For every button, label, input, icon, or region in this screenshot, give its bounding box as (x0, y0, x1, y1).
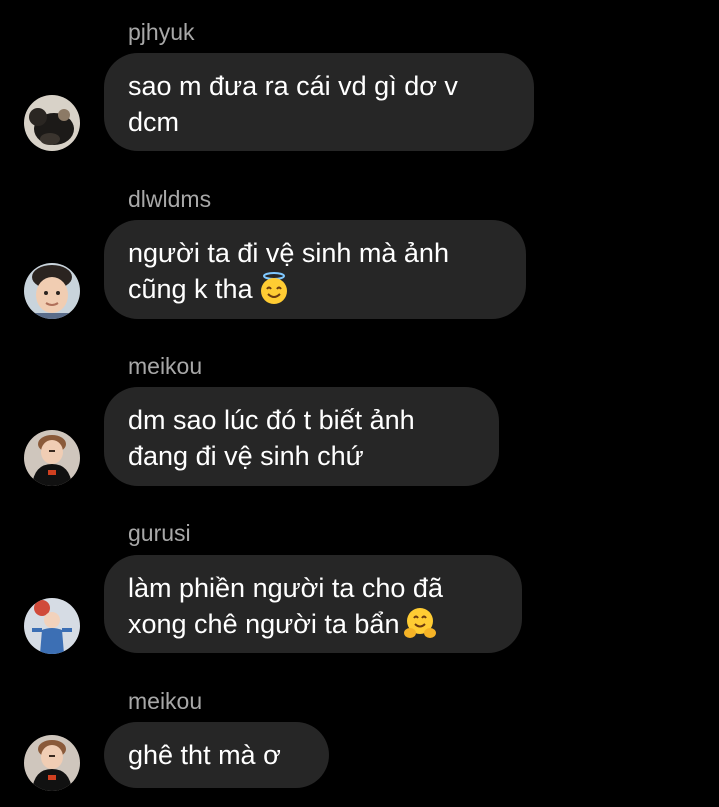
avatar-photo-boy-black-shirt-icon (24, 430, 80, 486)
message-text: người ta đi vệ sinh mà ảnh (128, 238, 449, 268)
message-text: xong chê người ta bẩn (128, 609, 400, 639)
message-text: cũng k tha (128, 274, 253, 304)
avatar-photo-boy-black-shirt-icon (24, 735, 80, 791)
message-bubble[interactable]: người ta đi vệ sinh mà ảnh cũng k tha (104, 220, 526, 319)
message-bubble[interactable]: sao m đưa ra cái vd gì dơ v dcm (104, 53, 534, 151)
message-bubble[interactable]: ghê tht mà ơ (104, 722, 329, 788)
message-text: đang đi vệ sinh chứ (128, 441, 364, 471)
sender-name: dlwldms (128, 186, 212, 212)
sender-name: gurusi (128, 520, 191, 546)
avatar-photo-dark-plush-icon (24, 95, 80, 151)
message-text: ghê tht mà ơ (128, 740, 281, 770)
message-text: dcm (128, 107, 180, 137)
avatar[interactable] (24, 263, 80, 319)
sender-name: meikou (128, 353, 203, 379)
avatar-photo-child-icon (24, 263, 80, 319)
sender-name: pjhyuk (128, 19, 195, 45)
avatar[interactable] (24, 735, 80, 791)
chat-thread: pjhyuk sao m đưa ra cái vd gì dơ v dcm d… (0, 0, 719, 807)
message-text: dm sao lúc đó t biết ảnh (128, 405, 415, 435)
message-text: làm phiền người ta cho đã (128, 573, 443, 603)
avatar[interactable] (24, 430, 80, 486)
avatar[interactable] (24, 598, 80, 654)
hugging-face-emoji-icon (403, 606, 437, 640)
message-bubble[interactable]: dm sao lúc đó t biết ảnh đang đi vệ sinh… (104, 387, 499, 486)
avatar[interactable] (24, 95, 80, 151)
smiling-face-with-halo-emoji-icon (257, 271, 291, 305)
message-text: sao m đưa ra cái vd gì dơ v (128, 71, 458, 101)
avatar-photo-figure-blue-icon (24, 598, 80, 654)
sender-name: meikou (128, 688, 203, 714)
message-bubble[interactable]: làm phiền người ta cho đã xong chê người… (104, 555, 522, 653)
